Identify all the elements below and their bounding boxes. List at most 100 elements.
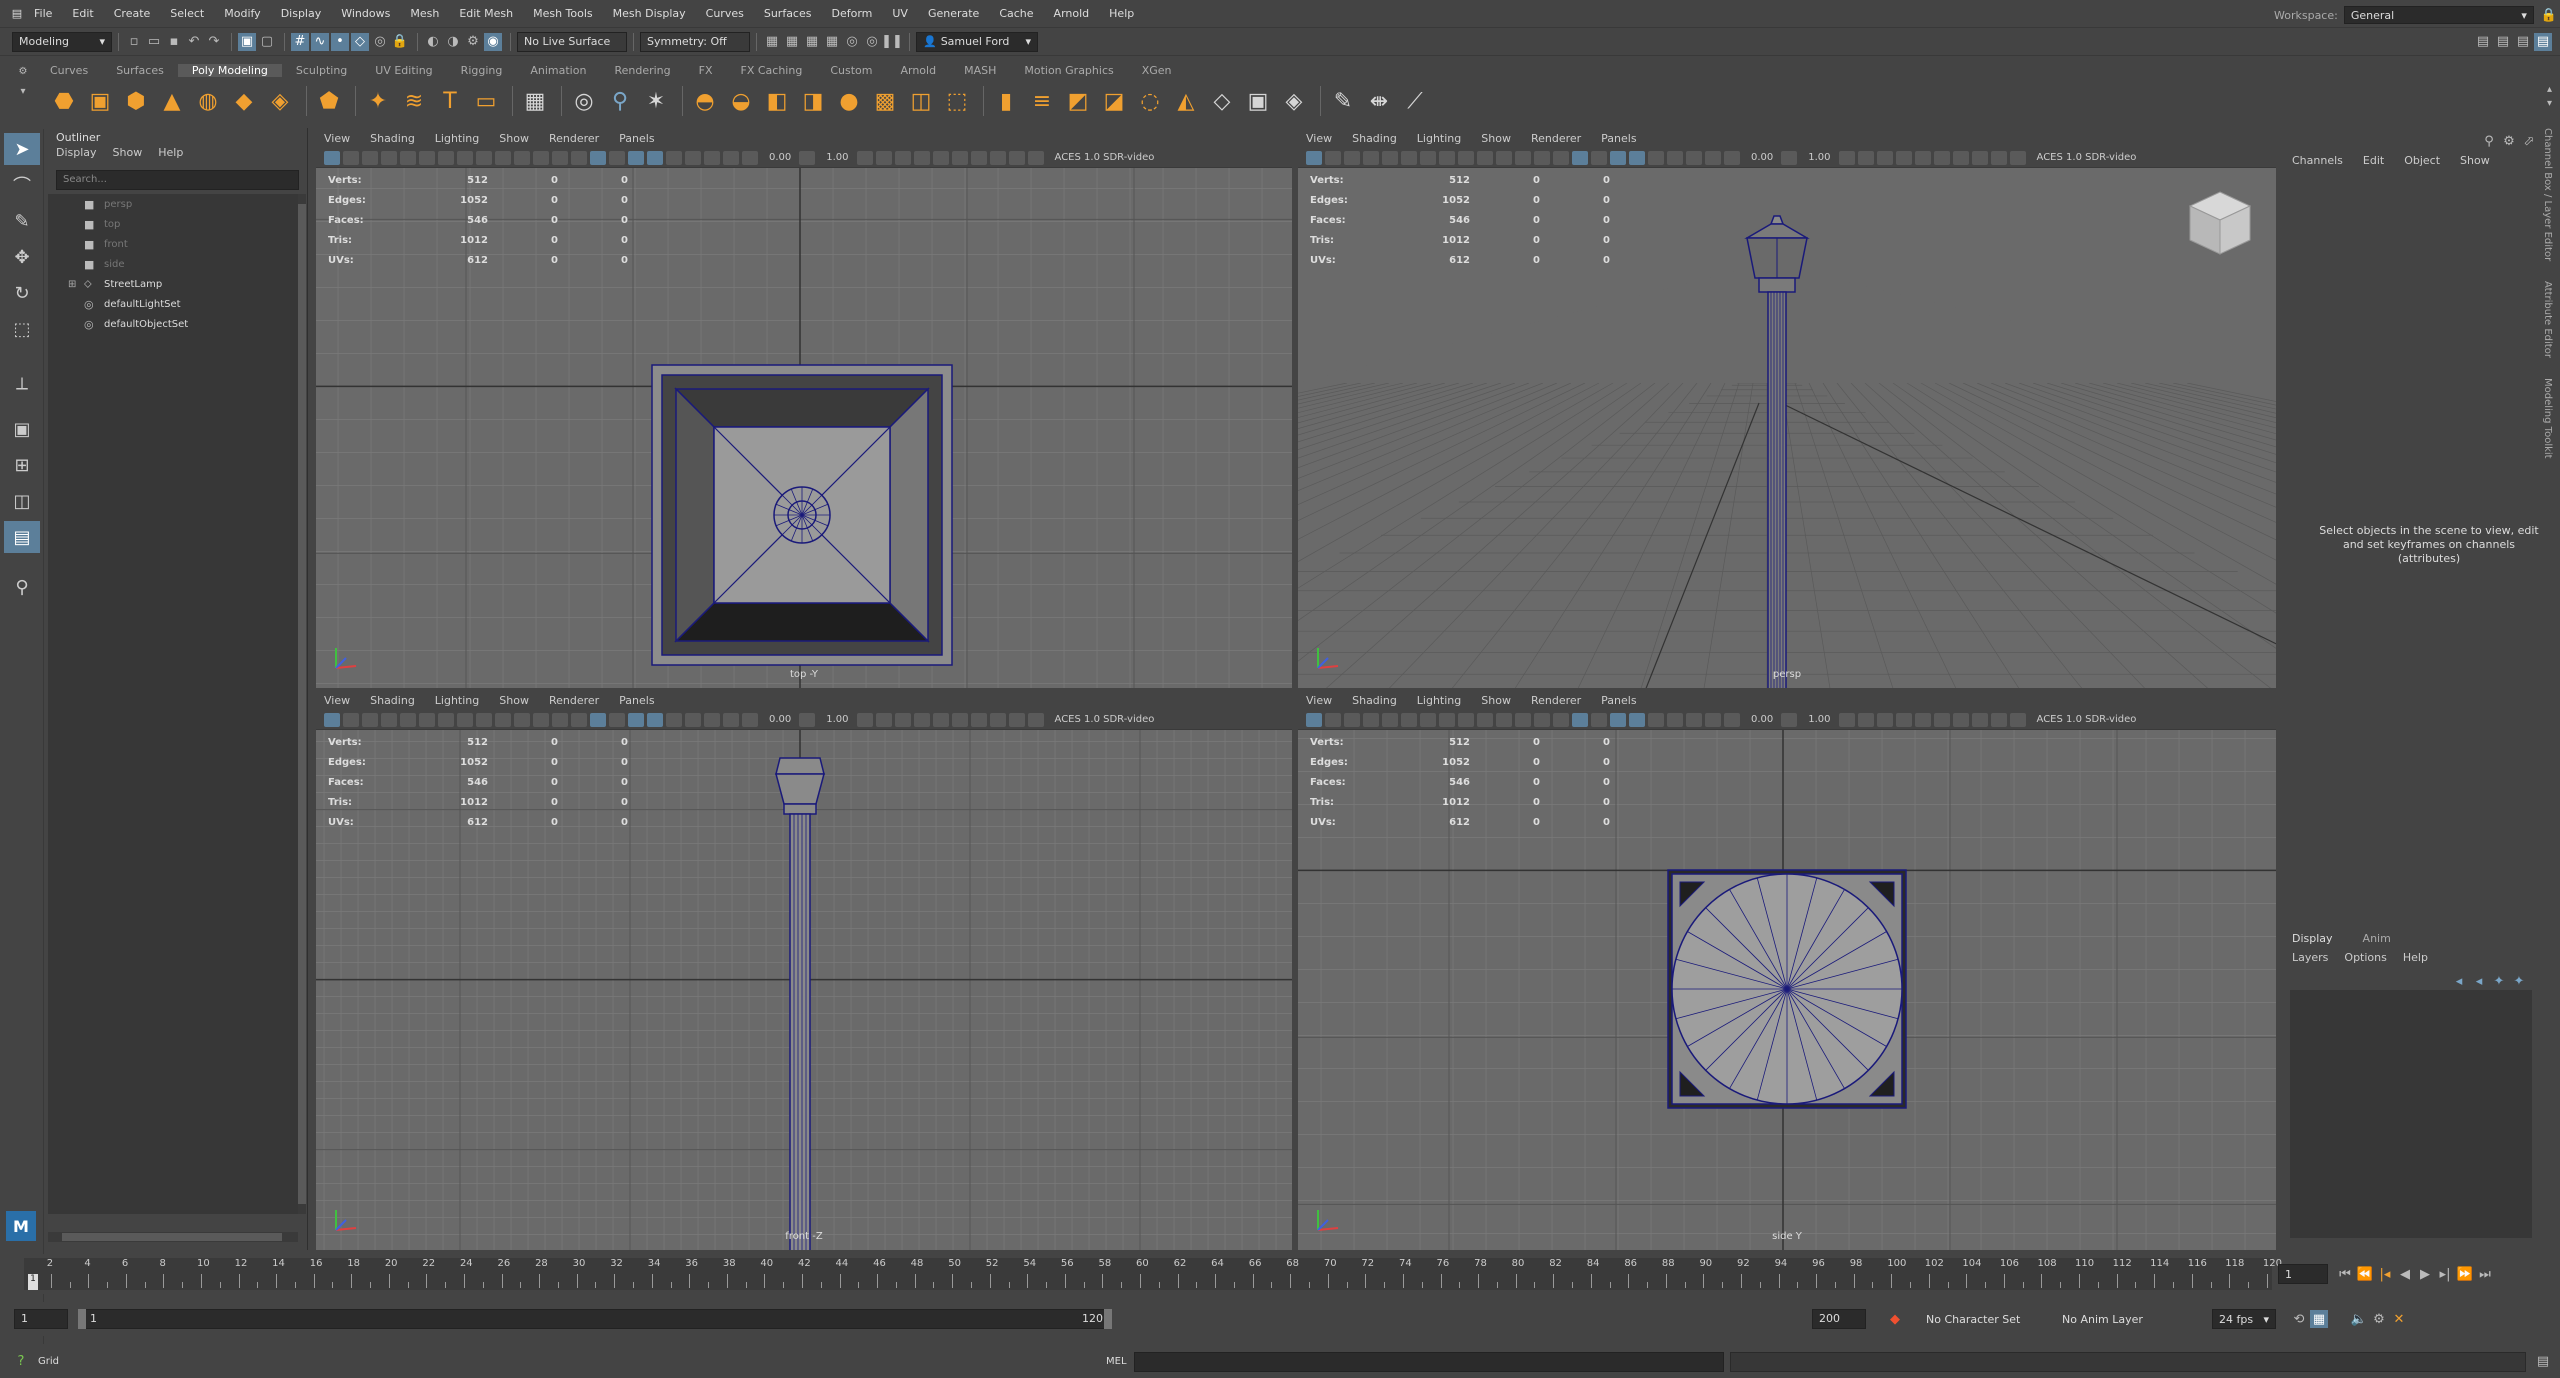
search-icon[interactable]: ⚲ xyxy=(4,571,40,603)
viewport-tool-icon[interactable] xyxy=(647,712,663,727)
viewport-tool-icon[interactable] xyxy=(343,712,359,727)
snap-live-icon[interactable]: ◎ xyxy=(371,33,389,51)
viewport-tool-icon[interactable] xyxy=(1648,150,1664,165)
viewport-tool-icon[interactable] xyxy=(894,712,911,727)
viewport-tool-icon[interactable] xyxy=(1572,712,1588,727)
menu-windows[interactable]: Windows xyxy=(341,7,390,20)
viewport-menu-view[interactable]: View xyxy=(1306,694,1332,707)
viewport-tool-icon[interactable] xyxy=(1838,150,1855,165)
viewport-tool-icon[interactable] xyxy=(1629,712,1645,727)
viewport-tool-icon[interactable] xyxy=(1382,150,1398,165)
wedge-icon[interactable]: ◈ xyxy=(1278,85,1310,117)
menu-deform[interactable]: Deform xyxy=(831,7,872,20)
viewport-tool-icon[interactable] xyxy=(1686,712,1702,727)
viewport-tool-icon[interactable] xyxy=(1458,150,1474,165)
viewport-tool-icon[interactable] xyxy=(856,150,873,165)
anim-prefs-icon[interactable]: ⚙ xyxy=(2370,1310,2388,1328)
viewport-tool-icon[interactable] xyxy=(685,712,701,727)
viewport-tool-icon[interactable] xyxy=(1325,150,1341,165)
viewport-tool-icon[interactable] xyxy=(723,150,739,165)
viewport-tool-icon[interactable] xyxy=(970,150,987,165)
viewport-tool-icon[interactable] xyxy=(1781,150,1798,165)
viewport-tool-icon[interactable] xyxy=(1382,712,1398,727)
shelf-tab-poly-modeling[interactable]: Poly Modeling xyxy=(177,63,282,77)
menu-edit-mesh[interactable]: Edit Mesh xyxy=(459,7,513,20)
live-surface-field[interactable]: No Live Surface xyxy=(517,31,627,52)
exposure-field[interactable]: 0.00 xyxy=(769,152,791,163)
viewport-tool-icon[interactable] xyxy=(989,712,1006,727)
gamma-field[interactable]: 1.00 xyxy=(826,714,848,725)
sweep-mesh-icon[interactable]: ≋ xyxy=(398,85,430,117)
viewport-tool-icon[interactable] xyxy=(400,150,416,165)
render-region-icon[interactable]: ▦ xyxy=(803,33,821,51)
shelf-tab-custom[interactable]: Custom xyxy=(816,64,886,77)
select-tool-icon[interactable]: ➤ xyxy=(4,133,40,165)
viewport-menu-renderer[interactable]: Renderer xyxy=(549,132,599,145)
current-frame-field[interactable]: 1 xyxy=(2278,1264,2328,1284)
viewport-tool-icon[interactable] xyxy=(1990,150,2007,165)
gamma-field[interactable]: 1.00 xyxy=(1808,714,1830,725)
viewport-tool-icon[interactable] xyxy=(324,150,340,165)
viewport-tool-icon[interactable] xyxy=(1344,150,1360,165)
viewport-menu-show[interactable]: Show xyxy=(1481,132,1511,145)
time-ruler[interactable]: 2 4 6 8 10 12 14 16 18 20 22 24 26 28 30 32 34 36 38 40 42 44… xyxy=(24,1258,2282,1290)
gamma-field[interactable]: 1.00 xyxy=(1808,152,1830,163)
viewport-tool-icon[interactable] xyxy=(1534,712,1550,727)
viewport-tool-icon[interactable] xyxy=(989,150,1006,165)
outliner-item[interactable]: ■ front xyxy=(48,234,298,254)
viewport-tool-icon[interactable] xyxy=(362,150,378,165)
range-bar[interactable]: 1 120 xyxy=(78,1309,1112,1329)
viewport-tool-icon[interactable] xyxy=(1008,712,1025,727)
viewport-tool-icon[interactable] xyxy=(685,150,701,165)
bevel-icon[interactable]: ◩ xyxy=(1062,85,1094,117)
arnold-ipr-icon[interactable]: ◎ xyxy=(863,33,881,51)
viewport-tool-icon[interactable] xyxy=(1971,712,1988,727)
workspace-dropdown[interactable]: General ▾ xyxy=(2343,6,2534,24)
menu-mesh-display[interactable]: Mesh Display xyxy=(613,7,686,20)
viewport-menu-show[interactable]: Show xyxy=(499,132,529,145)
menu-create[interactable]: Create xyxy=(114,7,151,20)
viewport-tool-icon[interactable] xyxy=(1027,150,1044,165)
viewport-menu-shading[interactable]: Shading xyxy=(370,694,415,707)
outliner-menu-display[interactable]: Display xyxy=(56,146,97,164)
viewport-menu-view[interactable]: View xyxy=(324,694,350,707)
colorspace-field[interactable]: ACES 1.0 SDR-video xyxy=(1055,714,1155,725)
outliner-item[interactable]: ◎ defaultLightSet xyxy=(48,294,298,314)
snap-point-icon[interactable]: • xyxy=(331,32,349,51)
viewport-tool-icon[interactable] xyxy=(1591,150,1607,165)
new-scene-icon[interactable]: ▫ xyxy=(125,33,143,51)
shelf-tab-fx[interactable]: FX xyxy=(685,64,727,77)
viewport-menu-lighting[interactable]: Lighting xyxy=(1417,694,1461,707)
save-scene-icon[interactable]: ▪ xyxy=(165,33,183,51)
viewport-tool-icon[interactable] xyxy=(495,150,511,165)
step-back-icon[interactable]: ⏪ xyxy=(2356,1265,2374,1283)
booleans-icon[interactable]: ◨ xyxy=(797,85,829,117)
viewport-menu-show[interactable]: Show xyxy=(1481,694,1511,707)
channel-box-settings-icon[interactable]: ⚙ xyxy=(2500,132,2518,150)
smooth-icon[interactable]: ● xyxy=(833,85,865,117)
reduce-icon[interactable]: ▩ xyxy=(869,85,901,117)
outliner-item[interactable]: ■ persp xyxy=(48,194,298,214)
viewport-tool-icon[interactable] xyxy=(609,150,625,165)
viewport-tool-icon[interactable] xyxy=(552,150,568,165)
viewport-tool-icon[interactable] xyxy=(875,712,892,727)
rotate-tool-icon[interactable]: ↻ xyxy=(4,277,40,309)
shelf-tab-animation[interactable]: Animation xyxy=(516,64,600,77)
undo-icon[interactable]: ↶ xyxy=(185,33,203,51)
viewport-persp[interactable]: View Shading Lighting Show Renderer Panels 0.0… xyxy=(1298,128,2276,688)
shelf-tab-motion-graphics[interactable]: Motion Graphics xyxy=(1010,64,1127,77)
render-settings-icon[interactable]: ⚙ xyxy=(464,33,482,51)
menu-surfaces[interactable]: Surfaces xyxy=(764,7,812,20)
viewport-tool-icon[interactable] xyxy=(799,712,816,727)
colorspace-field[interactable]: ACES 1.0 SDR-video xyxy=(2037,714,2137,725)
menu-uv[interactable]: UV xyxy=(892,7,908,20)
viewport-tool-icon[interactable] xyxy=(666,150,682,165)
menu-arnold[interactable]: Arnold xyxy=(1054,7,1090,20)
poly-cone-icon[interactable]: ▲ xyxy=(156,85,188,117)
viewport-menu-panels[interactable]: Panels xyxy=(619,694,654,707)
channel-menu-object[interactable]: Object xyxy=(2404,154,2440,167)
viewport-tool-icon[interactable] xyxy=(1420,150,1436,165)
script-editor-icon[interactable]: ▤ xyxy=(2534,1352,2552,1370)
fps-dropdown[interactable]: 24 fps ▾ xyxy=(2212,1309,2276,1329)
sculpt-icon[interactable]: ✎ xyxy=(1327,85,1359,117)
